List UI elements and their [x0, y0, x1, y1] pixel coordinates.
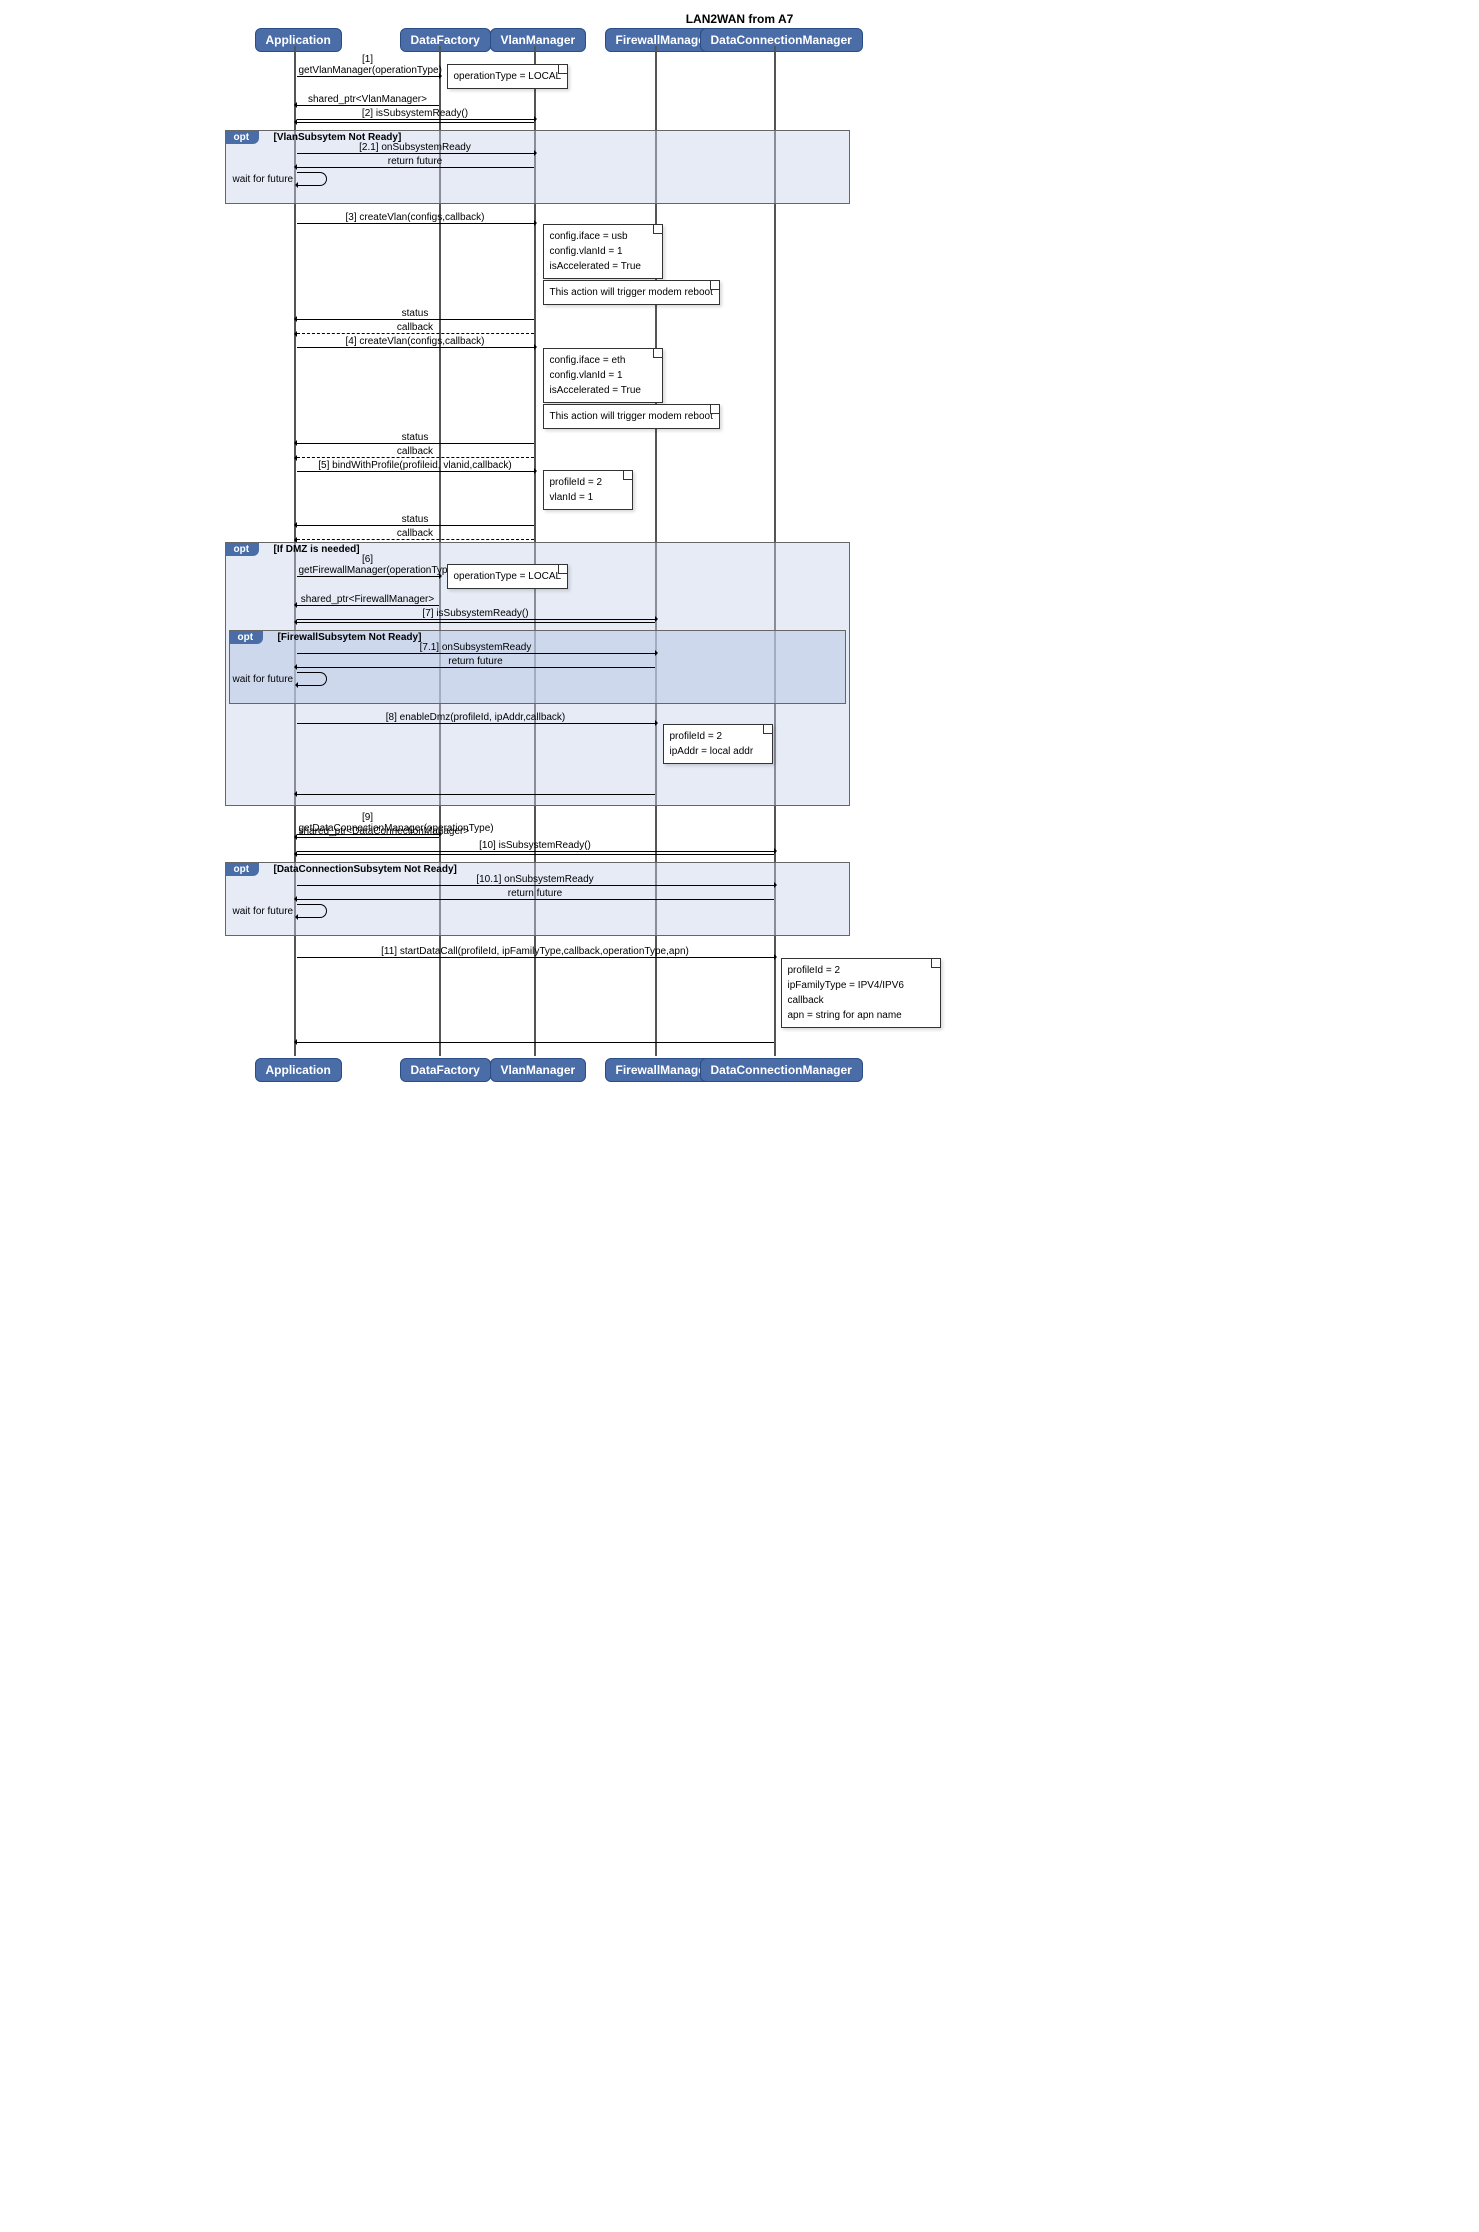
msg-r9: shared_ptr<DataConnectionManager>	[297, 826, 439, 838]
fragment-tag: opt	[226, 863, 260, 876]
msg-r1: shared_ptr<VlanManager>	[297, 94, 439, 106]
note-dmz: profileId = 2 ipAddr = local addr	[663, 724, 773, 764]
participant-datafactory-bot: DataFactory	[400, 1058, 491, 1082]
msg-11: [11] startDataCall(profileId, ipFamilyTy…	[297, 946, 774, 958]
sequence-diagram: LAN2WAN from A7 Application DataFactory …	[215, 12, 1265, 1102]
msg-2-1: [2.1] onSubsystemReady	[297, 142, 534, 154]
msg-10: [10] isSubsystemReady()	[297, 840, 774, 852]
msg-11-return	[297, 1042, 774, 1043]
msg-r6: shared_ptr<FirewallManager>	[297, 594, 439, 606]
note-op-local-1: operationType = LOCAL	[447, 64, 569, 89]
msg-4-status: status	[297, 432, 534, 444]
participant-application-top: Application	[255, 28, 342, 52]
participant-vlanmanager-top: VlanManager	[490, 28, 587, 52]
diagram-title: LAN2WAN from A7	[215, 12, 1265, 26]
msg-5: [5] bindWithProfile(profileid, vlanid,ca…	[297, 460, 534, 472]
selfmsg-wait-2	[297, 672, 327, 686]
msg-2-return	[297, 122, 534, 123]
msg-3-status: status	[297, 308, 534, 320]
msg-2: [2] isSubsystemReady()	[297, 108, 534, 120]
participant-dataconnectionmanager-bot: DataConnectionManager	[700, 1058, 863, 1082]
msg-3-callback: callback	[297, 322, 534, 334]
fragment-tag: opt	[226, 131, 260, 144]
msg-return-future-3: return future	[297, 888, 774, 900]
msg-return-future-2: return future	[297, 656, 655, 668]
label-wait-future-1: wait for future	[233, 174, 294, 185]
msg-7-return	[297, 622, 655, 623]
participant-datafactory-top: DataFactory	[400, 28, 491, 52]
participant-application-bot: Application	[255, 1058, 342, 1082]
selfmsg-wait-3	[297, 904, 327, 918]
msg-4-callback: callback	[297, 446, 534, 458]
note-reboot-1: This action will trigger modem reboot	[543, 280, 720, 305]
participant-vlanmanager-bot: VlanManager	[490, 1058, 587, 1082]
msg-6: [6] getFirewallManager(operationType)	[297, 554, 439, 577]
msg-3: [3] createVlan(configs,callback)	[297, 212, 534, 224]
note-vlan-eth: config.iface = eth config.vlanId = 1 isA…	[543, 348, 663, 403]
note-reboot-2: This action will trigger modem reboot	[543, 404, 720, 429]
fragment-tag: opt	[226, 543, 260, 556]
msg-8: [8] enableDmz(profileId, ipAddr,callback…	[297, 712, 655, 724]
note-op-local-2: operationType = LOCAL	[447, 564, 569, 589]
msg-10-return	[297, 854, 774, 855]
note-startcall: profileId = 2 ipFamilyType = IPV4/IPV6 c…	[781, 958, 941, 1028]
fragment-tag: opt	[230, 631, 264, 644]
note-vlan-usb: config.iface = usb config.vlanId = 1 isA…	[543, 224, 663, 279]
selfmsg-wait-1	[297, 172, 327, 186]
msg-10-1: [10.1] onSubsystemReady	[297, 874, 774, 886]
msg-5-callback: callback	[297, 528, 534, 540]
label-wait-future-3: wait for future	[233, 906, 294, 917]
msg-1: [1] getVlanManager(operationType)	[297, 54, 439, 77]
msg-7: [7] isSubsystemReady()	[297, 608, 655, 620]
msg-return-future-1: return future	[297, 156, 534, 168]
msg-4: [4] createVlan(configs,callback)	[297, 336, 534, 348]
participant-dataconnectionmanager-top: DataConnectionManager	[700, 28, 863, 52]
label-wait-future-2: wait for future	[233, 674, 294, 685]
msg-5-status: status	[297, 514, 534, 526]
note-bind: profileId = 2 vlanId = 1	[543, 470, 633, 510]
msg-7-1: [7.1] onSubsystemReady	[297, 642, 655, 654]
msg-8-return	[297, 794, 655, 795]
